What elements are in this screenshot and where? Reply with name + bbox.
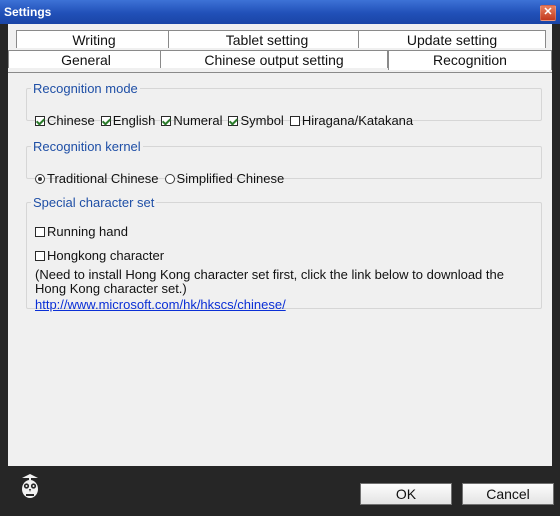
special-character-set-group: Special character set Running hand Hongk… — [26, 195, 542, 312]
tab-update-setting[interactable]: Update setting — [358, 30, 546, 48]
option-simplified-chinese[interactable]: Simplified Chinese — [164, 171, 285, 186]
hkscs-download-link[interactable]: http://www.microsoft.com/hk/hkscs/chines… — [35, 297, 286, 312]
tab-writing[interactable]: Writing — [16, 30, 172, 48]
checkbox-running-hand[interactable] — [35, 226, 45, 237]
cancel-button[interactable]: Cancel — [462, 483, 554, 505]
option-symbol-label: Symbol — [240, 113, 284, 128]
option-chinese-label: Chinese — [47, 113, 95, 128]
tab-chinese-output-setting[interactable]: Chinese output setting — [160, 50, 388, 68]
checkbox-chinese[interactable] — [35, 115, 45, 126]
tab-tablet-setting[interactable]: Tablet setting — [168, 30, 366, 48]
special-character-set-legend: Special character set — [33, 195, 155, 210]
recognition-mode-legend: Recognition mode — [33, 81, 138, 96]
option-numeral-label: Numeral — [173, 113, 223, 128]
recognition-mode-group: Recognition mode Chinese English Numeral… — [26, 81, 542, 128]
option-symbol[interactable]: Symbol — [228, 113, 284, 128]
checkbox-numeral[interactable] — [161, 115, 172, 126]
option-traditional-chinese[interactable]: Traditional Chinese — [35, 171, 159, 186]
hongkong-install-note: (Need to install Hong Kong character set… — [35, 267, 504, 296]
close-icon[interactable]: ✕ — [540, 5, 556, 21]
window-title: Settings — [4, 5, 52, 19]
recognition-kernel-group: Recognition kernel Traditional Chinese S… — [26, 139, 542, 186]
option-running-hand-label: Running hand — [47, 224, 128, 239]
radio-simplified-chinese[interactable] — [164, 173, 175, 184]
option-english-label: English — [112, 113, 156, 128]
radio-traditional-chinese[interactable] — [35, 173, 45, 184]
option-running-hand[interactable]: Running hand — [35, 224, 128, 239]
owl-logo-icon — [22, 474, 38, 498]
option-hiragana-katakana[interactable]: Hiragana/Katakana — [289, 113, 414, 128]
tab-general[interactable]: General — [8, 50, 164, 68]
checkbox-symbol[interactable] — [228, 115, 239, 126]
recognition-kernel-legend: Recognition kernel — [33, 139, 141, 154]
hkscs-link-row: http://www.microsoft.com/hk/hkscs/chines… — [35, 298, 535, 312]
recognition-kernel-options: Traditional Chinese Simplified Chinese — [35, 171, 290, 186]
option-hongkong-character[interactable]: Hongkong character — [35, 248, 164, 263]
option-chinese[interactable]: Chinese — [35, 113, 95, 128]
option-traditional-chinese-label: Traditional Chinese — [47, 171, 159, 186]
option-numeral[interactable]: Numeral — [161, 113, 222, 128]
option-hongkong-character-label: Hongkong character — [47, 248, 165, 263]
settings-window: Settings ✕ Writing Tablet setting Update… — [0, 0, 560, 516]
ok-button[interactable]: OK — [360, 483, 452, 505]
bottom-bar: OK Cancel — [8, 466, 554, 508]
option-simplified-chinese-label: Simplified Chinese — [176, 171, 285, 186]
recognition-mode-options: Chinese English Numeral Symbol Hiragana/… — [35, 113, 419, 128]
recognition-panel: Recognition mode Chinese English Numeral… — [8, 72, 552, 467]
option-hiragana-katakana-label: Hiragana/Katakana — [301, 113, 414, 128]
checkbox-hiragana-katakana[interactable] — [289, 115, 300, 126]
title-bar[interactable]: Settings ✕ — [0, 0, 560, 24]
option-english[interactable]: English — [100, 113, 156, 128]
checkbox-english[interactable] — [100, 115, 111, 126]
tab-recognition[interactable]: Recognition — [388, 50, 552, 70]
checkbox-hongkong-character[interactable] — [35, 250, 45, 261]
